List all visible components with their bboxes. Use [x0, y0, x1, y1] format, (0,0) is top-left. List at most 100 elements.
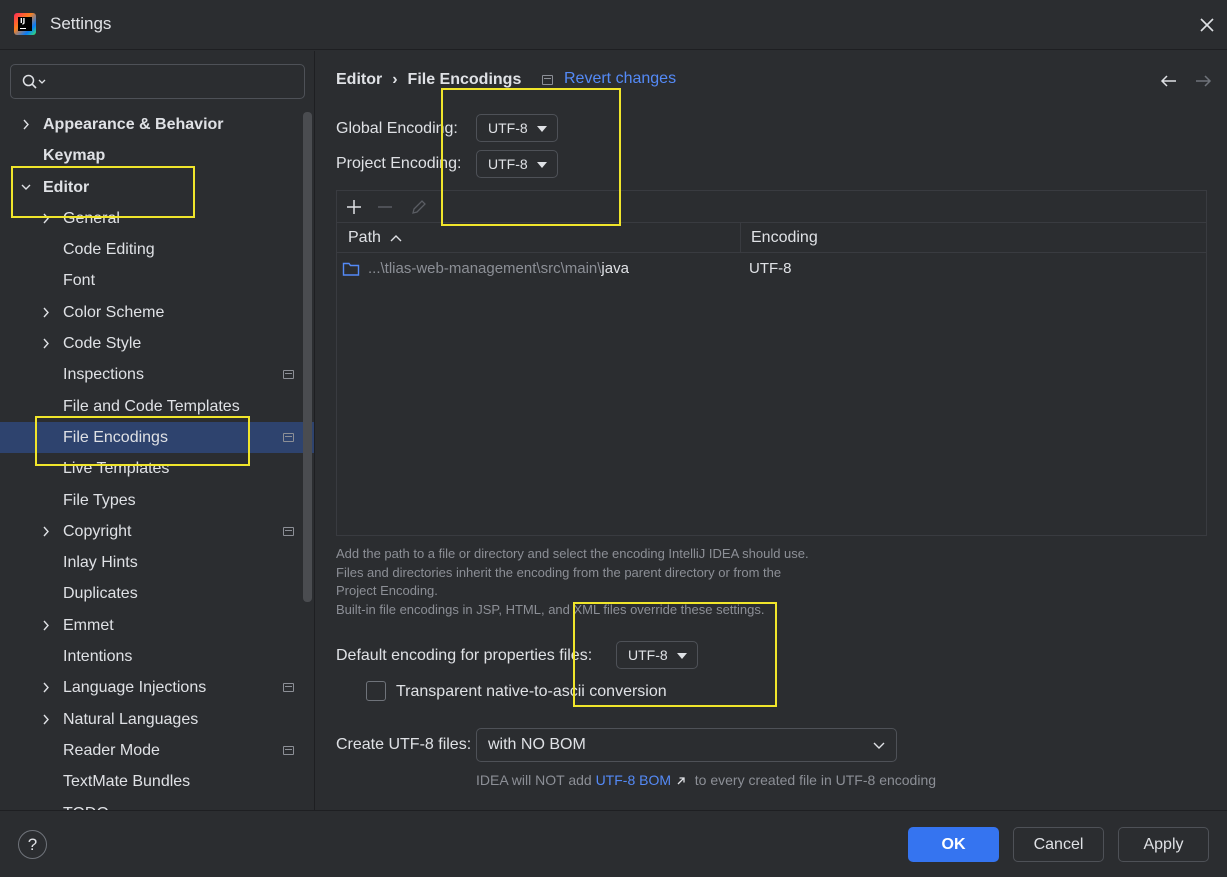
forward-button[interactable]: [1193, 73, 1213, 93]
tree-item-label: Copyright: [63, 522, 132, 540]
tree-item-file-and-code-templates[interactable]: File and Code Templates: [0, 391, 314, 422]
tree-item-copyright[interactable]: Copyright: [0, 516, 314, 547]
column-path[interactable]: Path: [348, 223, 403, 253]
bom-value: with NO BOM: [488, 736, 586, 753]
help-button[interactable]: ?: [18, 830, 47, 859]
back-button[interactable]: [1159, 73, 1179, 93]
tree-item-file-types[interactable]: File Types: [0, 485, 314, 516]
bom-note-suffix: to every created file in UTF-8 encoding: [694, 772, 937, 788]
tree-item-color-scheme[interactable]: Color Scheme: [0, 297, 314, 328]
global-encoding-dropdown[interactable]: UTF-8: [476, 114, 558, 142]
breadcrumb-separator: ›: [392, 71, 398, 88]
tree-item-label: Live Templates: [63, 460, 170, 478]
chevron-right-icon[interactable]: [39, 203, 53, 234]
properties-encoding-dropdown[interactable]: UTF-8: [616, 641, 698, 669]
tree-item-label: File Types: [63, 491, 136, 509]
revert-changes-link[interactable]: Revert changes: [564, 70, 676, 88]
arrow-left-icon: [1160, 75, 1176, 87]
tree-item-keymap[interactable]: Keymap: [0, 140, 314, 171]
utf8-bom-link-label: UTF-8 BOM: [595, 772, 672, 788]
tree-item-emmet[interactable]: Emmet: [0, 610, 314, 641]
chevron-right-icon[interactable]: [39, 610, 53, 641]
tree-item-font[interactable]: Font: [0, 265, 314, 296]
file-encodings-page: Editor › File Encodings Revert changes Glo…: [316, 51, 1227, 810]
ok-button[interactable]: OK: [908, 827, 999, 862]
tree-item-natural-languages[interactable]: Natural Languages: [0, 704, 314, 735]
project-scope-icon: [283, 526, 294, 536]
tree-item-label: Natural Languages: [63, 710, 199, 728]
tree-scrollbar[interactable]: [303, 112, 312, 602]
tree-item-todo[interactable]: TODO: [0, 798, 314, 810]
remove-path-button[interactable]: [375, 197, 395, 217]
tree-item-inlay-hints[interactable]: Inlay Hints: [0, 547, 314, 578]
bom-note: IDEA will NOT add UTF-8 BOM to every cre…: [476, 772, 936, 788]
tree-item-live-templates[interactable]: Live Templates: [0, 453, 314, 484]
chevron-right-icon[interactable]: [19, 109, 33, 140]
title-bar: IJ Settings: [0, 0, 1227, 50]
intellij-logo-icon: IJ: [14, 13, 36, 35]
tree-item-label: Editor: [43, 178, 90, 196]
chevron-right-icon[interactable]: [39, 297, 53, 328]
table-row[interactable]: ...\tlias-web-management\src\main\java U…: [337, 253, 1206, 285]
add-path-button[interactable]: [344, 197, 364, 217]
column-divider[interactable]: [740, 223, 741, 253]
search-icon: [22, 74, 46, 89]
settings-search[interactable]: [10, 64, 305, 99]
bom-note-prefix: IDEA will NOT add: [476, 772, 592, 788]
tree-item-code-style[interactable]: Code Style: [0, 328, 314, 359]
native-to-ascii-label[interactable]: Transparent native-to-ascii conversion: [396, 683, 667, 701]
properties-encoding-value: UTF-8: [628, 647, 668, 663]
project-scope-icon: [283, 370, 294, 380]
chevron-right-icon[interactable]: [39, 704, 53, 735]
close-button[interactable]: [1196, 14, 1218, 36]
edit-path-button[interactable]: [409, 197, 429, 217]
tree-item-code-editing[interactable]: Code Editing: [0, 234, 314, 265]
tree-item-duplicates[interactable]: Duplicates: [0, 578, 314, 609]
tree-item-label: Language Injections: [63, 679, 207, 697]
project-encoding-label: Project Encoding:: [336, 155, 462, 172]
tree-item-label: Code Style: [63, 335, 142, 353]
tree-item-label: Intentions: [63, 648, 133, 666]
column-path-label: Path: [348, 229, 381, 246]
chevron-down-icon[interactable]: [19, 172, 33, 203]
tree-item-language-injections[interactable]: Language Injections: [0, 672, 314, 703]
tree-item-intentions[interactable]: Intentions: [0, 641, 314, 672]
native-to-ascii-checkbox[interactable]: [366, 681, 386, 701]
global-encoding-value: UTF-8: [488, 120, 528, 136]
search-input[interactable]: [55, 71, 295, 93]
tree-item-file-encodings[interactable]: File Encodings: [0, 421, 314, 454]
tree-item-label: Emmet: [63, 616, 114, 634]
row-path-name: java: [601, 260, 629, 277]
breadcrumb-parent[interactable]: Editor: [336, 71, 382, 89]
chevron-right-icon[interactable]: [39, 672, 53, 703]
tree-item-textmate-bundles[interactable]: TextMate Bundles: [0, 766, 314, 797]
chevron-right-icon[interactable]: [39, 516, 53, 547]
tree-item-appearance-behavior[interactable]: Appearance & Behavior: [0, 109, 314, 140]
apply-button[interactable]: Apply: [1118, 827, 1209, 862]
row-path: ...\tlias-web-management\src\main\java: [368, 253, 629, 285]
tree-item-editor[interactable]: Editor: [0, 172, 314, 203]
hint-line: Files and directories inherit the encodi…: [336, 564, 782, 580]
tree-item-reader-mode[interactable]: Reader Mode: [0, 735, 314, 766]
chevron-right-icon[interactable]: [39, 328, 53, 359]
breadcrumb: Editor › File Encodings: [336, 71, 521, 91]
settings-tree: Appearance & Behavior Keymap Editor General…: [0, 109, 314, 810]
settings-navigation: Appearance & Behavior Keymap Editor General…: [0, 51, 315, 810]
row-encoding[interactable]: UTF-8: [749, 253, 792, 285]
hint-line: Project Encoding.: [336, 583, 438, 599]
project-scope-icon: [542, 75, 553, 85]
tree-item-label: TextMate Bundles: [63, 773, 191, 791]
bom-dropdown[interactable]: with NO BOM: [476, 728, 897, 762]
tree-item-general[interactable]: General: [0, 203, 314, 234]
utf8-bom-link[interactable]: UTF-8 BOM: [596, 772, 687, 788]
plus-icon: [347, 200, 361, 214]
create-utf8-label: Create UTF-8 files:: [336, 736, 472, 753]
settings-dialog: IJ Settings Appearance & Behavior Keymap E…: [0, 0, 1227, 877]
project-encoding-dropdown[interactable]: UTF-8: [476, 150, 558, 178]
sort-ascending-icon: [390, 234, 402, 242]
tree-item-label: General: [63, 209, 120, 227]
column-encoding[interactable]: Encoding: [751, 223, 818, 253]
cancel-button[interactable]: Cancel: [1013, 827, 1104, 862]
encoding-hint-text: Add the path to a file or directory and …: [336, 545, 896, 619]
tree-item-inspections[interactable]: Inspections: [0, 359, 314, 390]
